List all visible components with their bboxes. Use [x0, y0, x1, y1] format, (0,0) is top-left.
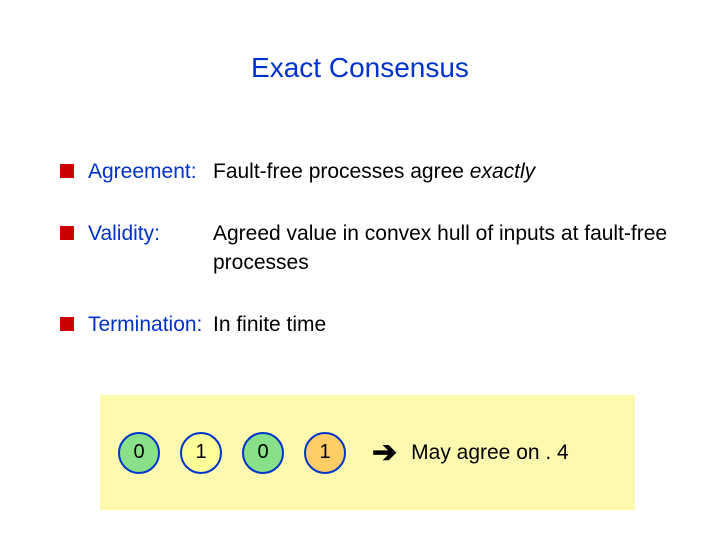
node-3: 1: [304, 432, 346, 474]
example-panel: 0 1 0 1 ➔ May agree on . 4: [100, 395, 635, 510]
bullet-row-agreement: Agreement: Fault-free processes agree ex…: [60, 158, 670, 186]
desc-validity: Agreed value in convex hull of inputs at…: [213, 220, 670, 277]
slide: Exact Consensus Agreement: Fault-free pr…: [0, 0, 720, 540]
bullet-icon: [60, 317, 74, 331]
slide-body: Agreement: Fault-free processes agree ex…: [60, 158, 670, 373]
node-1: 1: [180, 432, 222, 474]
term-termination: Termination:: [88, 311, 213, 339]
slide-title: Exact Consensus: [0, 52, 720, 84]
desc-agreement: Fault-free processes agree exactly: [213, 158, 670, 186]
term-agreement: Agreement:: [88, 158, 213, 186]
arrow-icon: ➔: [372, 435, 397, 470]
desc-agreement-pre: Fault-free processes agree: [213, 160, 470, 183]
bullet-row-termination: Termination: In finite time: [60, 311, 670, 339]
node-0: 0: [118, 432, 160, 474]
desc-agreement-em: exactly: [470, 160, 535, 183]
desc-termination: In finite time: [213, 311, 670, 339]
bullet-row-validity: Validity: Agreed value in convex hull of…: [60, 220, 670, 277]
bullet-icon: [60, 226, 74, 240]
bullet-icon: [60, 164, 74, 178]
term-validity: Validity:: [88, 220, 213, 248]
panel-text: May agree on . 4: [411, 441, 569, 465]
node-2: 0: [242, 432, 284, 474]
